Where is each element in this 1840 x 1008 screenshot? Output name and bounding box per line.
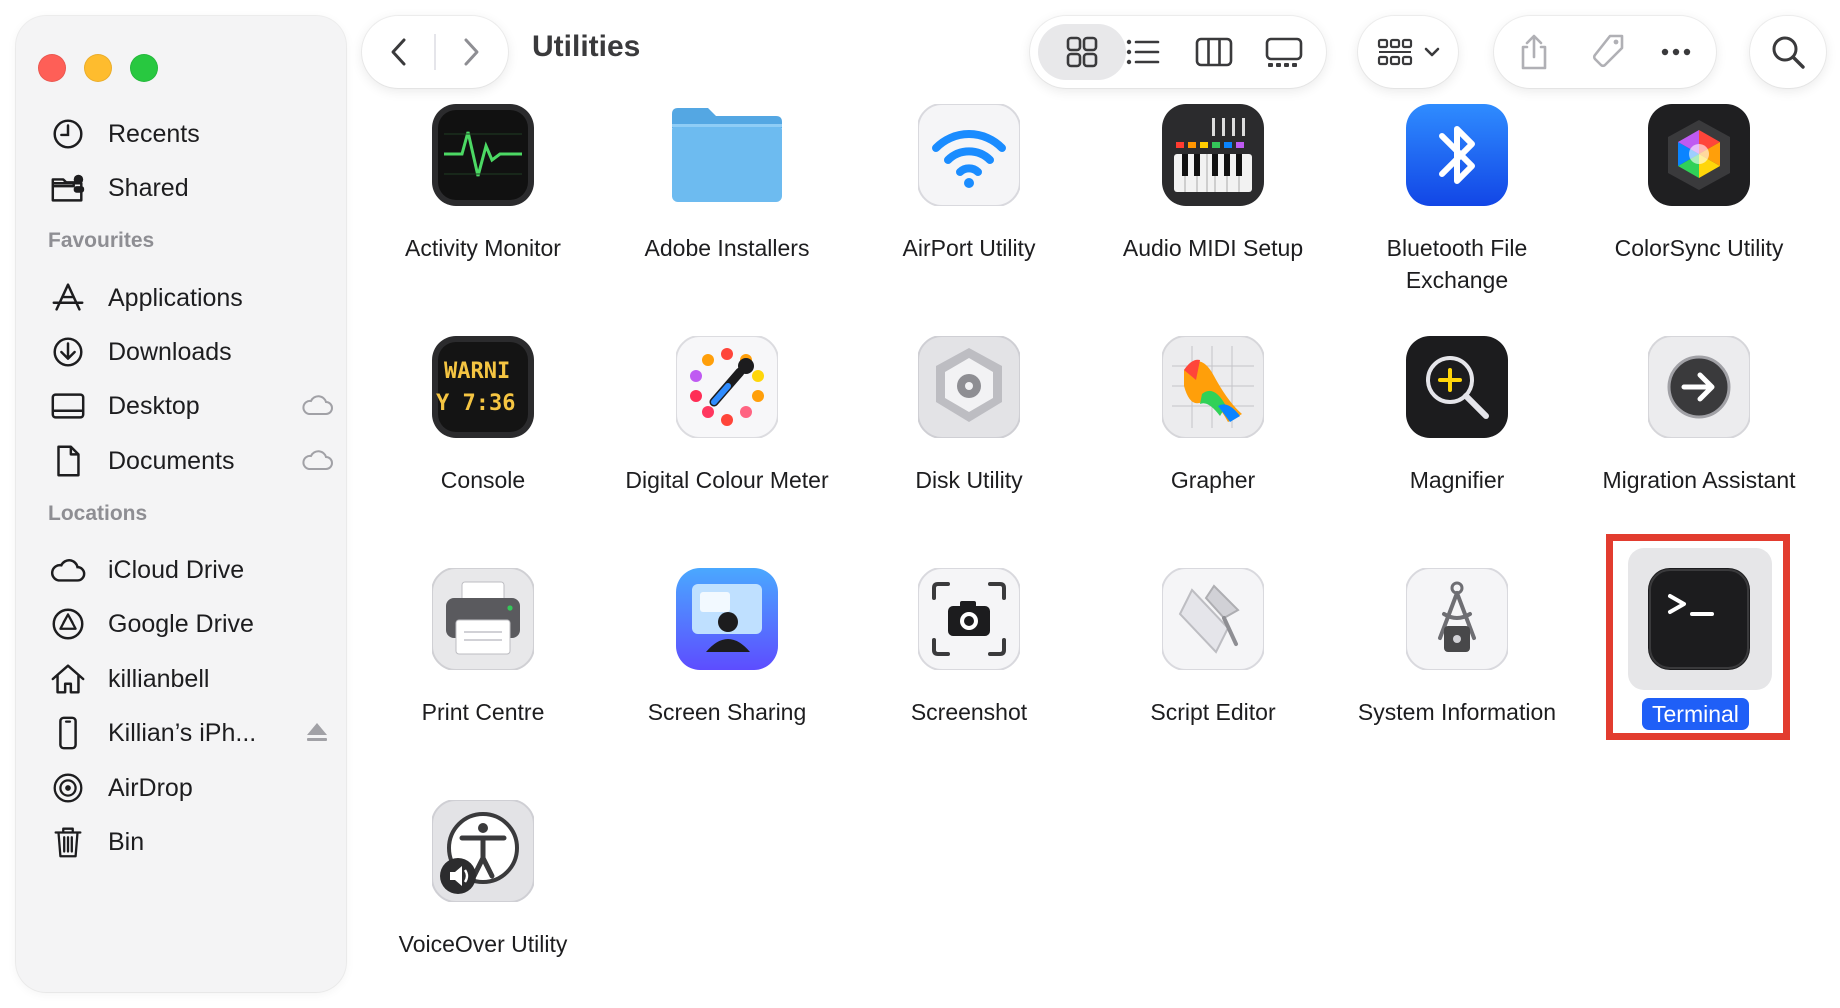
app-item-screen-sharing[interactable]: Screen Sharing <box>612 568 842 788</box>
app-item-colorsync-utility[interactable]: ColorSync Utility <box>1584 104 1814 324</box>
app-item-system-information[interactable]: System Information <box>1342 567 1572 788</box>
system-information-icon <box>1405 567 1509 671</box>
app-item-audio-midi-setup[interactable]: Audio MIDI Setup <box>1098 104 1328 324</box>
app-name: VoiceOver Utility <box>398 931 568 957</box>
app-name: AirPort Utility <box>902 235 1036 261</box>
app-item-grapher[interactable]: Grapher <box>1098 335 1328 556</box>
app-item-adobe-installers[interactable]: Adobe Installers <box>612 104 842 324</box>
app-name: Screen Sharing <box>647 699 807 725</box>
app-name: System Information <box>1357 699 1557 725</box>
console-screen-line-2: Y 7:36 <box>436 391 515 416</box>
annotation-highlight-box <box>1606 534 1790 740</box>
app-item-airport-utility[interactable]: AirPort Utility <box>854 103 1084 324</box>
app-item-print-centre[interactable]: Print Centre <box>368 567 598 788</box>
app-name: Bluetooth File Exchange <box>1386 235 1528 293</box>
app-item-disk-utility[interactable]: Disk Utility <box>854 335 1084 556</box>
app-name: Screenshot <box>910 699 1028 725</box>
app-name: Migration Assistant <box>1602 467 1796 493</box>
app-name: Console <box>440 467 526 493</box>
app-item-magnifier[interactable]: Magnifier <box>1342 336 1572 556</box>
colorsync-icon <box>1648 104 1750 206</box>
console-icon: WARNI Y 7:36 <box>432 336 534 438</box>
color-meter-icon <box>675 335 779 439</box>
app-item-console[interactable]: WARNI Y 7:36 Console <box>368 336 598 556</box>
app-name: Print Centre <box>421 699 545 725</box>
script-editor-icon <box>1161 567 1265 671</box>
screen-sharing-icon <box>676 568 778 670</box>
bluetooth-icon <box>1406 104 1508 206</box>
app-item-voiceover-utility[interactable]: VoiceOver Utility <box>368 799 598 1008</box>
grapher-icon <box>1161 335 1265 439</box>
app-name: Adobe Installers <box>644 235 810 261</box>
screenshot-icon <box>917 567 1021 671</box>
finder-window: Recents Shared Favourites Applications D… <box>0 0 1840 1008</box>
wifi-icon <box>917 103 1021 207</box>
app-item-migration-assistant[interactable]: Migration Assistant <box>1584 335 1814 556</box>
activity-monitor-icon <box>432 104 534 206</box>
app-name: Script Editor <box>1150 699 1276 725</box>
folder-icon <box>670 104 784 206</box>
app-name: Digital Colour Meter <box>625 467 829 493</box>
app-name: ColorSync Utility <box>1614 235 1784 261</box>
voiceover-icon <box>431 799 535 903</box>
app-item-digital-colour-meter[interactable]: Digital Colour Meter <box>612 335 842 556</box>
app-name: Magnifier <box>1409 467 1505 493</box>
printer-icon <box>431 567 535 671</box>
file-icon-grid: Activity Monitor Adobe Installers AirPor… <box>0 0 1840 1008</box>
app-name: Activity Monitor <box>405 235 561 261</box>
app-name: Grapher <box>1170 467 1256 493</box>
app-item-script-editor[interactable]: Script Editor <box>1098 567 1328 788</box>
console-screen-line-1: WARNI <box>444 359 510 384</box>
disk-utility-icon <box>917 335 1021 439</box>
midi-keyboard-icon <box>1162 104 1264 206</box>
magnifier-icon <box>1406 336 1508 438</box>
app-item-activity-monitor[interactable]: Activity Monitor <box>368 104 598 324</box>
app-name: Audio MIDI Setup <box>1122 235 1304 261</box>
app-item-bluetooth-file-exchange[interactable]: Bluetooth File Exchange <box>1342 104 1572 324</box>
app-item-screenshot[interactable]: Screenshot <box>854 567 1084 788</box>
migration-assistant-icon <box>1647 335 1751 439</box>
app-name: Disk Utility <box>915 467 1023 493</box>
